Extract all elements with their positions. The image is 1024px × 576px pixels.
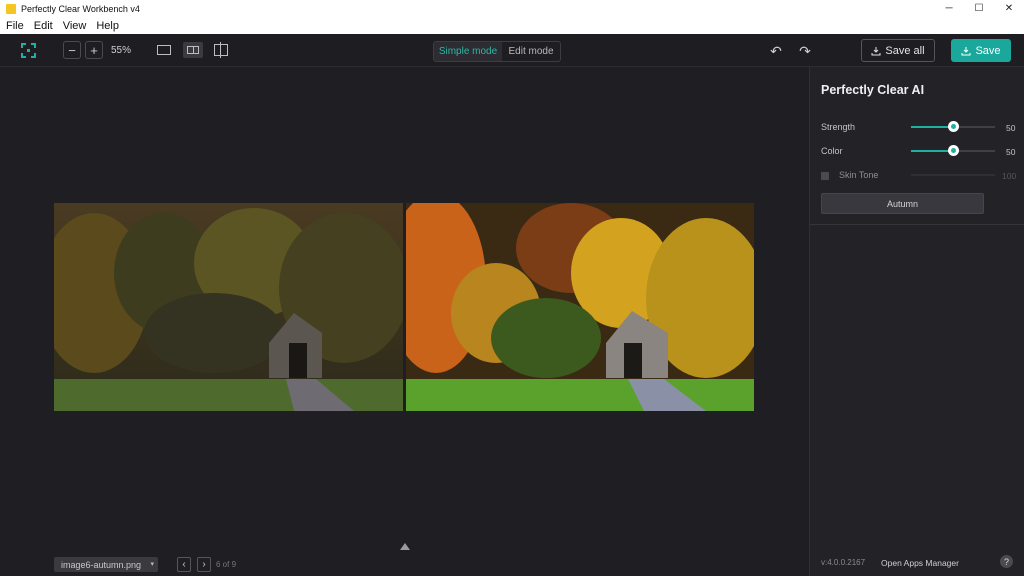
strength-slider-fill bbox=[911, 126, 953, 128]
menu-edit[interactable]: Edit bbox=[34, 20, 53, 32]
mode-toggle: Simple mode Edit mode bbox=[433, 41, 561, 62]
minimize-button[interactable]: ─ bbox=[934, 0, 964, 17]
strength-slider[interactable] bbox=[911, 121, 995, 132]
color-slider-fill bbox=[911, 150, 953, 152]
zoom-out-button[interactable]: − bbox=[63, 41, 81, 59]
download-icon bbox=[871, 46, 881, 56]
window-controls: ─ ☐ ✕ bbox=[934, 0, 1024, 17]
split-compare-view-icon[interactable] bbox=[214, 42, 228, 58]
crop-logo-icon[interactable] bbox=[21, 43, 36, 58]
next-image-button[interactable]: › bbox=[197, 557, 211, 572]
strength-value: 50 bbox=[1006, 123, 1016, 133]
image-canvas[interactable]: image6-autumn.png ▾ ‹ › 6 of 9 bbox=[0, 67, 809, 576]
preset-autumn-button[interactable]: Autumn bbox=[821, 193, 984, 214]
single-view-icon[interactable] bbox=[157, 45, 171, 55]
image-counter: 6 of 9 bbox=[216, 560, 237, 569]
title-bar: Perfectly Clear Workbench v4 ─ ☐ ✕ bbox=[0, 0, 1024, 17]
undo-icon[interactable]: ↶ bbox=[768, 43, 784, 59]
zoom-in-button[interactable]: + bbox=[85, 41, 103, 59]
collapse-arrow-icon[interactable] bbox=[400, 543, 410, 550]
save-all-label: Save all bbox=[885, 44, 925, 57]
menu-file[interactable]: File bbox=[6, 20, 24, 32]
window-title: Perfectly Clear Workbench v4 bbox=[21, 3, 140, 14]
save-all-button[interactable]: Save all bbox=[861, 39, 935, 62]
close-button[interactable]: ✕ bbox=[994, 0, 1024, 17]
help-icon[interactable]: ? bbox=[1000, 555, 1013, 568]
skin-tone-value: 100 bbox=[1002, 171, 1017, 181]
save-label: Save bbox=[975, 44, 1001, 57]
zoom-level: 55% bbox=[110, 44, 131, 56]
menu-bar: File Edit View Help bbox=[0, 17, 1024, 34]
color-slider[interactable] bbox=[911, 145, 995, 156]
menu-view[interactable]: View bbox=[63, 20, 87, 32]
filename-dropdown[interactable]: image6-autumn.png ▾ bbox=[54, 557, 158, 572]
panel-divider bbox=[810, 224, 1024, 225]
download-icon bbox=[961, 46, 971, 56]
color-label: Color bbox=[821, 146, 843, 156]
edit-mode-button[interactable]: Edit mode bbox=[502, 42, 560, 61]
menu-help[interactable]: Help bbox=[96, 20, 119, 32]
app-icon bbox=[6, 3, 16, 14]
strength-label: Strength bbox=[821, 122, 856, 132]
skin-tone-slider bbox=[911, 174, 995, 176]
open-apps-manager-link[interactable]: Open Apps Manager bbox=[881, 558, 959, 568]
skin-tone-label: Skin Tone bbox=[839, 170, 879, 180]
before-image bbox=[54, 203, 403, 411]
filename-label: image6-autumn.png bbox=[61, 559, 142, 570]
maximize-button[interactable]: ☐ bbox=[964, 0, 994, 17]
dropdown-caret-icon: ▾ bbox=[150, 561, 154, 568]
redo-icon[interactable]: ↷ bbox=[797, 43, 813, 59]
version-label: v:4.0.0.2167 bbox=[821, 558, 866, 567]
adjustments-panel: Perfectly Clear AI Strength 50 Color 50 … bbox=[809, 67, 1024, 576]
skin-tone-checkbox[interactable] bbox=[821, 172, 829, 180]
after-image bbox=[406, 203, 754, 411]
previous-image-button[interactable]: ‹ bbox=[177, 557, 191, 572]
panel-title: Perfectly Clear AI bbox=[821, 83, 925, 97]
color-value: 50 bbox=[1006, 147, 1016, 157]
color-slider-knob[interactable] bbox=[948, 145, 959, 156]
save-button[interactable]: Save bbox=[951, 39, 1011, 62]
strength-slider-knob[interactable] bbox=[948, 121, 959, 132]
simple-mode-button[interactable]: Simple mode bbox=[434, 42, 502, 61]
side-by-side-view-icon[interactable] bbox=[183, 42, 203, 58]
toolbar: − + 55% Simple mode Edit mode ↶ ↷ Save a… bbox=[0, 34, 1024, 67]
